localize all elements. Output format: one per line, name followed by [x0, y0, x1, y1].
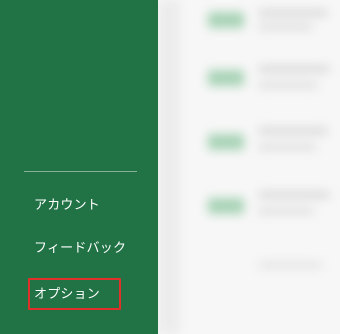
- highlight-box: [28, 278, 121, 310]
- sidebar-divider: [24, 171, 137, 172]
- sidebar-item-label: アカウント: [34, 198, 101, 213]
- blurred-content-area: [158, 0, 340, 334]
- sidebar-item-label: フィードバック: [34, 241, 127, 256]
- blurred-content: [158, 0, 340, 334]
- backstage-sidebar: アカウント フィードバック オプション: [0, 0, 158, 334]
- sidebar-item-account[interactable]: アカウント: [20, 188, 138, 224]
- sidebar-item-feedback[interactable]: フィードバック: [20, 231, 138, 267]
- excel-backstage-view: アカウント フィードバック オプション: [0, 0, 340, 334]
